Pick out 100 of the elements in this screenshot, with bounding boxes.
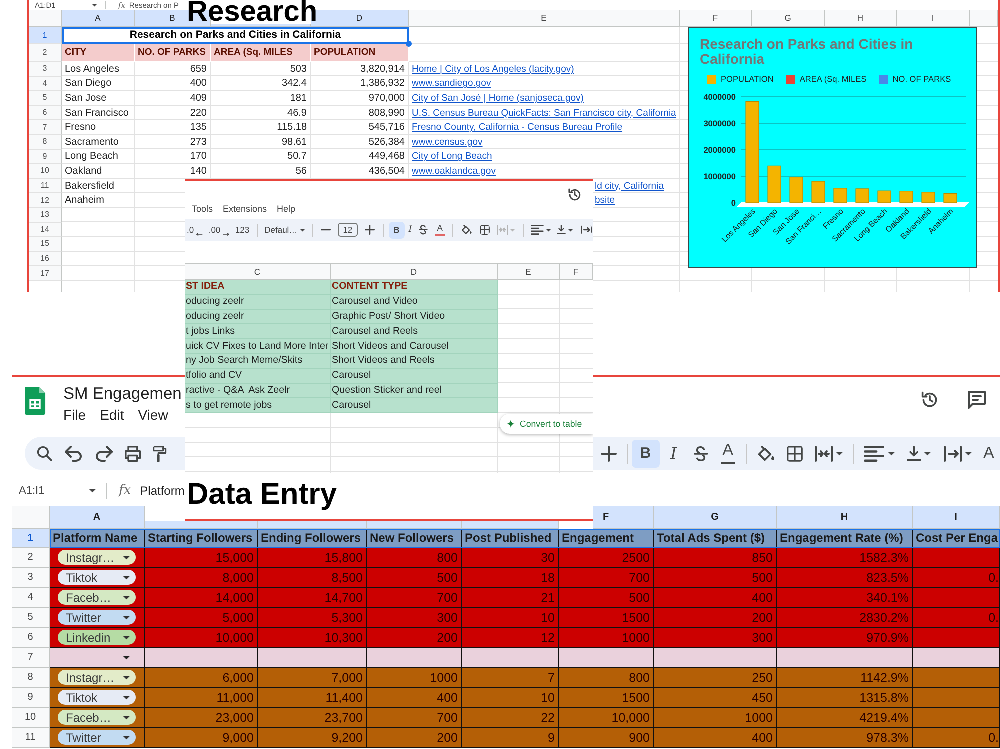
menu-item[interactable]: File — [64, 407, 86, 423]
row-number[interactable]: 13 — [29, 208, 62, 223]
row-number[interactable]: 1 — [29, 27, 62, 44]
row-number[interactable]: 8 — [12, 668, 50, 688]
menu-item[interactable]: Extensions — [223, 204, 268, 214]
column-header[interactable]: D — [331, 264, 498, 280]
spreadsheet-logo-icon[interactable] — [25, 387, 46, 415]
row-number[interactable]: 14 — [29, 222, 62, 238]
plus-icon[interactable] — [600, 446, 617, 462]
row-number[interactable]: 9 — [12, 688, 50, 708]
text-color-button[interactable]: A — [714, 440, 742, 468]
link[interactable]: bsite — [595, 195, 616, 206]
row-number[interactable]: 17 — [29, 266, 62, 281]
row-number[interactable]: 11 — [12, 728, 50, 748]
strikethrough-icon[interactable] — [419, 225, 428, 235]
paint-roller-icon[interactable] — [153, 446, 167, 462]
link[interactable]: Home | City of Los Angeles (lacity.gov) — [412, 64, 574, 75]
text-rotation-button[interactable]: A — [978, 440, 1000, 468]
column-header[interactable]: H — [777, 506, 913, 529]
link[interactable]: www.sandiego.gov — [412, 78, 492, 90]
convert-to-table-button[interactable]: Convert to table — [500, 414, 593, 434]
column-header[interactable]: G — [654, 506, 777, 529]
link[interactable]: U.S. Census Bureau QuickFacts: San Francisco city, California — [412, 108, 676, 119]
row-number[interactable]: 4 — [29, 76, 62, 92]
row-number[interactable]: 12 — [29, 193, 62, 208]
row-number[interactable]: 4 — [12, 588, 50, 608]
link[interactable]: ld city, California — [595, 180, 664, 192]
column-header[interactable]: C — [185, 264, 331, 280]
document-title[interactable]: SM Engagemen — [64, 384, 182, 404]
row-number[interactable]: 11 — [29, 178, 62, 194]
platform-chip[interactable]: Tiktok — [58, 690, 136, 705]
italic-button[interactable]: I — [406, 222, 414, 238]
row-number[interactable]: 3 — [12, 568, 50, 588]
name-box[interactable]: A1:I1 — [19, 484, 96, 496]
plus-icon[interactable] — [364, 225, 375, 235]
row-number[interactable]: 10 — [12, 708, 50, 728]
column-header[interactable]: F — [593, 506, 654, 529]
link[interactable]: City of San José | Home (sanjoseca.gov) — [412, 92, 584, 104]
platform-chip[interactable]: Faceb… — [58, 590, 136, 605]
row-number[interactable]: 7 — [12, 648, 50, 668]
column-header[interactable]: I — [913, 506, 1000, 529]
history-icon[interactable] — [568, 188, 582, 202]
menu-item[interactable]: View — [138, 407, 168, 423]
link[interactable]: www.census.gov — [412, 136, 483, 148]
row-number[interactable]: 9 — [29, 150, 62, 164]
platform-chip[interactable]: Tiktok — [58, 570, 136, 585]
row-number[interactable]: 1 — [12, 529, 50, 548]
strikethrough-icon[interactable] — [694, 446, 708, 462]
increase-decimal-button[interactable]: .00 — [206, 222, 232, 238]
bold-button[interactable]: B — [632, 440, 660, 468]
column-header[interactable]: A — [50, 506, 145, 529]
column-header[interactable]: E — [498, 264, 560, 280]
row-number[interactable]: 6 — [29, 106, 62, 120]
menu-item[interactable]: Help — [277, 204, 296, 214]
column-header[interactable]: A — [62, 10, 135, 27]
italic-button[interactable]: I — [660, 440, 688, 468]
row-number[interactable]: 5 — [29, 91, 62, 106]
decrease-decimal-button[interactable]: .0 — [185, 222, 205, 238]
row-number[interactable]: 8 — [29, 134, 62, 150]
font-dropdown[interactable]: Defaul… — [262, 222, 308, 238]
platform-chip[interactable]: Instagr… — [58, 670, 136, 685]
dropdown-caret-icon[interactable] — [123, 656, 131, 660]
menu-item[interactable]: Tools — [192, 204, 214, 214]
link[interactable]: Fresno County, California - Census Bureau Profile — [412, 122, 623, 134]
link[interactable]: City of Long Beach — [412, 151, 492, 162]
comment-icon[interactable] — [968, 391, 986, 409]
row-number[interactable]: 16 — [29, 252, 62, 266]
bold-button[interactable]: B — [388, 222, 405, 238]
row-number[interactable]: 5 — [12, 608, 50, 628]
link[interactable]: www.oaklandca.gov — [412, 166, 496, 177]
column-header[interactable]: G — [752, 10, 825, 27]
paint-bucket-icon[interactable] — [757, 446, 775, 462]
borders-icon[interactable] — [786, 446, 803, 462]
row-number[interactable]: 15 — [29, 237, 62, 252]
font-size-field[interactable]: 12 — [338, 223, 358, 237]
column-header[interactable]: H — [825, 10, 897, 27]
search-icon[interactable] — [37, 446, 53, 462]
platform-chip[interactable]: Instagr… — [58, 550, 136, 565]
row-number[interactable]: 7 — [29, 120, 62, 135]
borders-icon[interactable] — [480, 225, 490, 235]
text-color-button[interactable]: A — [433, 222, 448, 238]
row-number[interactable]: 3 — [29, 62, 62, 77]
menu-item[interactable]: Edit — [100, 407, 124, 423]
undo-icon[interactable] — [65, 446, 83, 462]
row-number[interactable]: 2 — [12, 548, 50, 568]
number-format-button[interactable]: 123 — [233, 222, 252, 238]
column-header[interactable]: I — [897, 10, 970, 27]
text-wrap-icon[interactable] — [580, 225, 592, 235]
paint-bucket-icon[interactable] — [461, 225, 472, 235]
column-header[interactable]: F — [560, 264, 593, 280]
row-number[interactable]: 2 — [29, 44, 62, 62]
sheet-title[interactable]: Research on Parks and Cities in California — [62, 27, 409, 44]
redo-icon[interactable] — [95, 446, 113, 462]
row-number[interactable]: 10 — [29, 164, 62, 179]
row-number[interactable]: 6 — [12, 628, 50, 648]
printer-icon[interactable] — [125, 446, 141, 462]
column-header[interactable]: E — [409, 10, 680, 27]
platform-chip[interactable]: Twitter — [58, 730, 136, 745]
platform-chip[interactable]: Faceb… — [58, 710, 136, 725]
history-icon[interactable] — [921, 391, 939, 409]
